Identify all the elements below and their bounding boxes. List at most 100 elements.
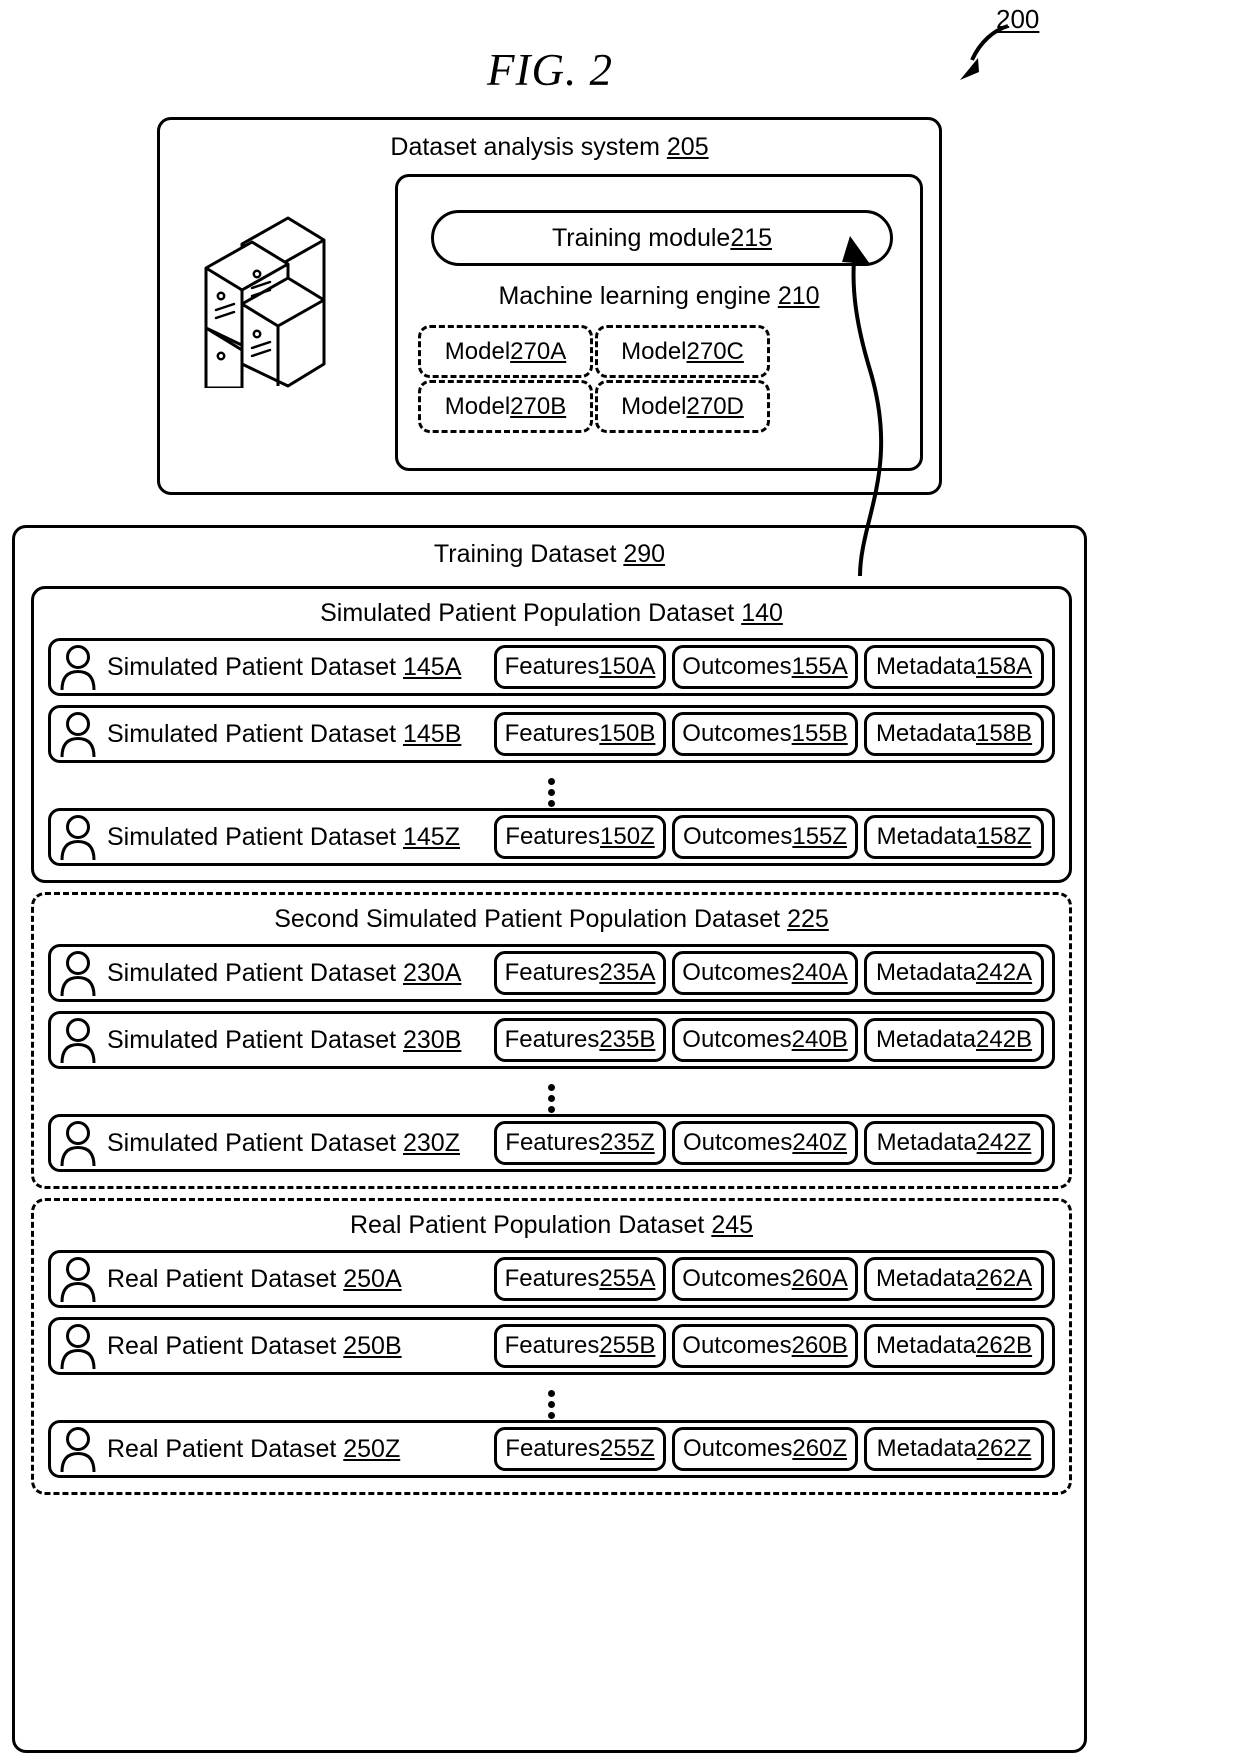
table-row[interactable]: Real Patient Dataset 250B Features 255B … <box>48 1317 1055 1375</box>
table-row[interactable]: Simulated Patient Dataset 230Z Features … <box>48 1114 1055 1172</box>
metadata-chip[interactable]: Metadata 158A <box>864 645 1044 689</box>
vertical-ellipsis-icon <box>48 1078 1055 1114</box>
features-chip[interactable]: Features 150B <box>494 712 666 756</box>
table-row[interactable]: Real Patient Dataset 250Z Features 255Z … <box>48 1420 1055 1478</box>
metadata-ref: 158B <box>976 720 1033 747</box>
outcomes-chip[interactable]: Outcomes 155A <box>672 645 858 689</box>
model-270C-text: Model <box>621 337 687 365</box>
table-row[interactable]: Real Patient Dataset 250A Features 255A … <box>48 1250 1055 1308</box>
table-row[interactable]: Simulated Patient Dataset 145Z Features … <box>48 808 1055 866</box>
section-140-ref: 140 <box>741 599 783 627</box>
row-label-ref: 250Z <box>343 1434 401 1463</box>
person-icon <box>60 1257 96 1302</box>
features-chip[interactable]: Features 255Z <box>494 1427 666 1471</box>
metadata-chip[interactable]: Metadata 262Z <box>864 1427 1044 1471</box>
features-chip[interactable]: Features 235A <box>494 951 666 995</box>
section-225-text: Second Simulated Patient Population Data… <box>274 905 788 933</box>
row-label-ref: 230B <box>403 1025 462 1054</box>
outcomes-chip[interactable]: Outcomes 155B <box>672 712 858 756</box>
outcomes-ref: 260A <box>791 1265 848 1292</box>
model-box-270B[interactable]: Model 270B <box>418 380 593 433</box>
features-ref: 235Z <box>600 1129 655 1156</box>
metadata-chip[interactable]: Metadata 242B <box>864 1018 1044 1062</box>
system-title-text: Dataset analysis system <box>390 133 667 161</box>
section-second-simulated-patient-population-dataset: Second Simulated Patient Population Data… <box>31 892 1072 1189</box>
metadata-ref: 262Z <box>976 1435 1032 1462</box>
row-label: Real Patient Dataset 250Z <box>107 1435 488 1464</box>
features-text: Features <box>504 1332 600 1359</box>
outcomes-chip[interactable]: Outcomes 240Z <box>672 1121 858 1165</box>
metadata-chip[interactable]: Metadata 158Z <box>864 815 1044 859</box>
person-icon <box>60 645 96 690</box>
row-label-text: Simulated Patient Dataset <box>107 1025 403 1054</box>
table-row[interactable]: Simulated Patient Dataset 145A Features … <box>48 638 1055 696</box>
dataset-analysis-system-title: Dataset analysis system 205 <box>160 133 939 162</box>
metadata-chip[interactable]: Metadata 158B <box>864 712 1044 756</box>
metadata-text: Metadata <box>875 1026 977 1053</box>
metadata-ref: 158A <box>976 653 1033 680</box>
features-chip[interactable]: Features 150A <box>494 645 666 689</box>
person-icon <box>60 1121 96 1166</box>
population-sections: Simulated Patient Population Dataset 140… <box>31 586 1072 1504</box>
metadata-ref: 158Z <box>976 823 1032 850</box>
row-label: Simulated Patient Dataset 230A <box>107 959 488 988</box>
metadata-ref: 242Z <box>976 1129 1032 1156</box>
machine-learning-engine-box: Training module 215 Machine learning eng… <box>395 174 923 471</box>
outcomes-chip[interactable]: Outcomes 260A <box>672 1257 858 1301</box>
row-label-ref: 230A <box>403 958 462 987</box>
model-270D-text: Model <box>621 392 687 420</box>
outcomes-chip[interactable]: Outcomes 155Z <box>672 815 858 859</box>
outcomes-chip[interactable]: Outcomes 260Z <box>672 1427 858 1471</box>
outcomes-chip[interactable]: Outcomes 240A <box>672 951 858 995</box>
training-module-text: Training module <box>551 223 731 252</box>
features-ref: 150A <box>599 653 656 680</box>
outcomes-text: Outcomes <box>682 823 793 850</box>
machine-learning-engine-label: Machine learning engine 210 <box>398 282 920 311</box>
features-chip[interactable]: Features 255A <box>494 1257 666 1301</box>
table-row[interactable]: Simulated Patient Dataset 230B Features … <box>48 1011 1055 1069</box>
vertical-ellipsis-icon <box>48 772 1055 808</box>
row-label-text: Simulated Patient Dataset <box>107 1128 403 1157</box>
training-dataset-box: Training Dataset 290 Simulated Patient P… <box>12 525 1087 1753</box>
row-label: Real Patient Dataset 250B <box>107 1332 488 1361</box>
system-title-ref: 205 <box>666 133 709 161</box>
features-chip[interactable]: Features 150Z <box>494 815 666 859</box>
features-chip[interactable]: Features 235Z <box>494 1121 666 1165</box>
training-module-box[interactable]: Training module 215 <box>431 210 893 266</box>
features-text: Features <box>505 1435 601 1462</box>
model-box-270A[interactable]: Model 270A <box>418 325 593 378</box>
row-label-ref: 230Z <box>403 1128 460 1157</box>
ml-engine-ref: 210 <box>777 282 820 310</box>
metadata-chip[interactable]: Metadata 242A <box>864 951 1044 995</box>
model-box-270D[interactable]: Model 270D <box>595 380 770 433</box>
features-ref: 150B <box>599 720 656 747</box>
features-chip[interactable]: Features 235B <box>494 1018 666 1062</box>
table-row[interactable]: Simulated Patient Dataset 145B Features … <box>48 705 1055 763</box>
section-title-140: Simulated Patient Population Dataset 140 <box>48 599 1055 628</box>
metadata-text: Metadata <box>875 653 977 680</box>
features-chip[interactable]: Features 255B <box>494 1324 666 1368</box>
section-245-ref: 245 <box>711 1211 754 1239</box>
outcomes-text: Outcomes <box>682 1435 793 1462</box>
row-label-text: Simulated Patient Dataset <box>107 958 403 987</box>
outcomes-chip[interactable]: Outcomes 260B <box>672 1324 858 1368</box>
metadata-chip[interactable]: Metadata 262B <box>864 1324 1044 1368</box>
training-dataset-ref: 290 <box>623 540 666 568</box>
metadata-chip[interactable]: Metadata 242Z <box>864 1121 1044 1165</box>
section-140-text: Simulated Patient Population Dataset <box>320 599 742 627</box>
person-icon <box>60 1427 96 1472</box>
outcomes-chip[interactable]: Outcomes 240B <box>672 1018 858 1062</box>
outcomes-ref: 240A <box>791 959 848 986</box>
metadata-chip[interactable]: Metadata 262A <box>864 1257 1044 1301</box>
metadata-text: Metadata <box>876 1435 977 1462</box>
metadata-text: Metadata <box>875 720 977 747</box>
section-simulated-patient-population-dataset: Simulated Patient Population Dataset 140… <box>31 586 1072 883</box>
row-label-ref: 145B <box>403 719 462 748</box>
table-row[interactable]: Simulated Patient Dataset 230A Features … <box>48 944 1055 1002</box>
section-245-text: Real Patient Population Dataset <box>349 1211 712 1239</box>
row-label-ref: 145Z <box>403 822 460 851</box>
outcomes-text: Outcomes <box>682 959 792 986</box>
outcomes-text: Outcomes <box>682 1265 792 1292</box>
features-ref: 150Z <box>600 823 655 850</box>
model-box-270C[interactable]: Model 270C <box>595 325 770 378</box>
